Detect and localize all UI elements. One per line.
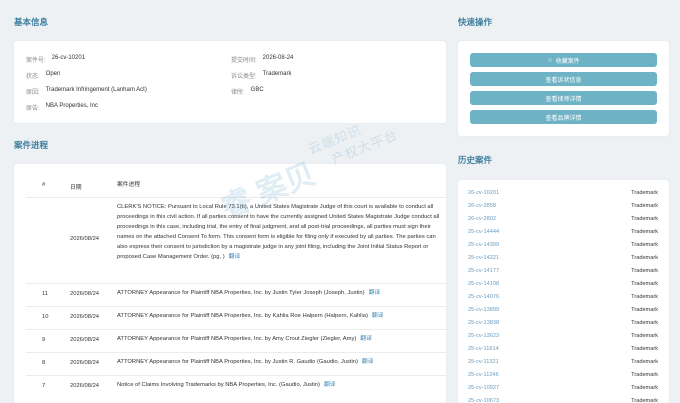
- row-date: 2026/08/24: [70, 337, 100, 343]
- history-case-link[interactable]: 25-cv-14177: [468, 268, 499, 274]
- list-item[interactable]: 25-cv-14221 Trademark: [468, 255, 658, 261]
- history-case-link[interactable]: 26-cv-2858: [468, 203, 496, 209]
- list-item[interactable]: 25-cv-11246 Trademark: [468, 372, 658, 378]
- list-item[interactable]: 25-cv-14444 Trademark: [468, 229, 658, 235]
- type-value: Trademark: [262, 71, 292, 77]
- list-item[interactable]: 26-cv-10201 Trademark: [468, 190, 658, 196]
- case-no-label: 案件号:: [26, 58, 46, 64]
- list-item[interactable]: 25-cv-13623 Trademark: [468, 333, 658, 339]
- cause-value: Trademark Infringement (Lanham Act): [45, 87, 147, 93]
- table-row: 9 2026/08/24 ATTORNEY Appearance for Pla…: [26, 330, 446, 353]
- translate-link[interactable]: 翻译: [360, 336, 372, 342]
- history-cases-title: 历史案件: [458, 155, 493, 165]
- history-case-link[interactable]: 25-cv-14108: [468, 281, 499, 287]
- history-cases-card: 26-cv-10201 Trademark 26-cv-2858 Trademark…: [458, 180, 669, 403]
- translate-link[interactable]: 翻译: [369, 290, 381, 296]
- quick-actions-card: ☆ 收藏案件 查看诉状信息 查看律师详情 查看品牌详情: [458, 41, 669, 136]
- list-item[interactable]: 25-cv-14399 Trademark: [468, 242, 658, 248]
- view-complaint-button[interactable]: 查看诉状信息: [470, 72, 657, 86]
- table-header: # 日期 案件进程: [26, 174, 446, 198]
- history-case-link[interactable]: 25-cv-11321: [468, 359, 499, 365]
- watermark-sub-1: 云端知识: [306, 122, 364, 158]
- star-icon: ☆: [547, 57, 553, 64]
- history-case-link[interactable]: 25-cv-10673: [468, 398, 499, 403]
- list-item[interactable]: 25-cv-10927 Trademark: [468, 385, 658, 391]
- history-case-link[interactable]: 25-cv-14076: [468, 294, 499, 300]
- history-case-link[interactable]: 26-cv-2802: [468, 216, 496, 222]
- status-label: 状态:: [26, 74, 40, 80]
- favorite-case-button[interactable]: ☆ 收藏案件: [470, 53, 657, 67]
- translate-link[interactable]: 翻译: [362, 359, 374, 365]
- quick-actions-title: 快速操作: [458, 17, 493, 27]
- case-progress-card: # 日期 案件进程 2026/08/24 CLERK'S NOTICE: Pur…: [14, 164, 446, 403]
- table-row: 7 2026/08/24 Notice of Claims Involving …: [42, 382, 336, 389]
- history-case-link[interactable]: 25-cv-14444: [468, 229, 499, 235]
- list-item[interactable]: 25-cv-14177 Trademark: [468, 268, 658, 274]
- filed-label: 提交时间:: [231, 58, 257, 64]
- list-item[interactable]: 25-cv-13899 Trademark: [468, 307, 658, 313]
- history-case-link[interactable]: 25-cv-14221: [468, 255, 499, 261]
- brand-value: GBC: [250, 87, 264, 93]
- translate-link[interactable]: 翻译: [324, 382, 336, 388]
- table-row: 8 2026/08/24 ATTORNEY Appearance for Pla…: [26, 353, 446, 376]
- watermark-sub-2: 产权大平台: [329, 126, 401, 168]
- row-desc: ATTORNEY Appearance for Plaintiff NBA Pr…: [117, 359, 358, 365]
- case-progress-title: 案件进程: [14, 140, 49, 150]
- history-case-link[interactable]: 25-cv-13899: [468, 307, 499, 313]
- history-case-link[interactable]: 25-cv-13623: [468, 333, 499, 339]
- row-date: 2026/08/24: [70, 314, 100, 320]
- table-row: 10 2026/08/24 ATTORNEY Appearance for Pl…: [26, 307, 446, 330]
- case-no-value: 26-cv-10201: [51, 55, 86, 61]
- list-item[interactable]: 25-cv-11321 Trademark: [468, 359, 658, 365]
- filed-value: 2026-08-24: [262, 55, 294, 61]
- history-case-link[interactable]: 25-cv-14399: [468, 242, 499, 248]
- list-item[interactable]: 25-cv-14108 Trademark: [468, 281, 658, 287]
- list-item[interactable]: 26-cv-2858 Trademark: [468, 203, 658, 209]
- col-no-header: #: [42, 182, 46, 188]
- table-row: 2026/08/24 CLERK'S NOTICE: Pursuant to L…: [26, 198, 446, 284]
- row-desc: Notice of Claims Involving Trademarks by…: [117, 382, 320, 388]
- row-date: 2026/08/24: [70, 236, 100, 242]
- row-desc: ATTORNEY Appearance for Plaintiff NBA Pr…: [117, 336, 357, 342]
- list-item[interactable]: 25-cv-14076 Trademark: [468, 294, 658, 300]
- col-date-header: 日期: [70, 185, 82, 191]
- row-desc: CLERK'S NOTICE: Pursuant to Local Rule 7…: [117, 204, 440, 260]
- basic-info-card: 案件号: 26-cv-10201 提交时间: 2026-08-24 状态: Open …: [14, 41, 446, 123]
- history-case-link[interactable]: 25-cv-10927: [468, 385, 499, 391]
- status-value: Open: [45, 71, 61, 77]
- plaintiff-value: NBA Properties, Inc: [45, 103, 99, 109]
- col-desc-header: 案件进程: [117, 182, 141, 188]
- brand-label: 律所:: [231, 90, 245, 96]
- history-case-link[interactable]: 25-cv-11246: [468, 372, 499, 378]
- table-row: 11 2026/08/24 ATTORNEY Appearance for Pl…: [26, 284, 446, 307]
- cause-label: 原因:: [26, 90, 40, 96]
- row-desc: ATTORNEY Appearance for Plaintiff NBA Pr…: [117, 290, 365, 296]
- row-date: 2026/08/24: [70, 383, 100, 389]
- row-date: 2026/08/24: [70, 360, 100, 366]
- basic-info-title: 基本信息: [14, 17, 49, 27]
- translate-link[interactable]: 翻译: [229, 254, 241, 260]
- list-item[interactable]: 25-cv-11614 Trademark: [468, 346, 658, 352]
- history-case-link[interactable]: 25-cv-11614: [468, 346, 499, 352]
- type-label: 诉讼类型:: [231, 74, 257, 80]
- row-date: 2026/08/24: [70, 291, 100, 297]
- list-item[interactable]: 26-cv-2802 Trademark: [468, 216, 658, 222]
- view-brand-button[interactable]: 查看品牌详情: [470, 110, 657, 124]
- list-item[interactable]: 25-cv-13838 Trademark: [468, 320, 658, 326]
- history-case-link[interactable]: 25-cv-13838: [468, 320, 499, 326]
- history-case-link[interactable]: 26-cv-10201: [468, 190, 499, 196]
- row-desc: ATTORNEY Appearance for Plaintiff NBA Pr…: [117, 313, 368, 319]
- plaintiff-label: 原告:: [26, 106, 40, 112]
- translate-link[interactable]: 翻译: [372, 313, 384, 319]
- view-lawyer-button[interactable]: 查看律师详情: [470, 91, 657, 105]
- list-item[interactable]: 25-cv-10673 Trademark: [468, 398, 658, 403]
